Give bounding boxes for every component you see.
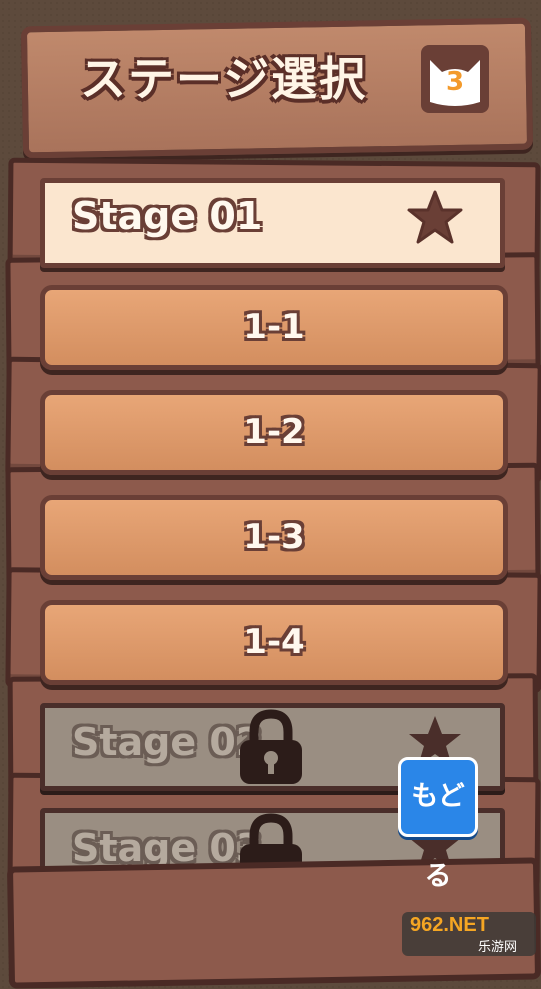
level-1-4-label: 1-4 [243, 622, 305, 662]
watermark-text: 962.NET [410, 914, 489, 936]
star-icon [407, 190, 463, 244]
watermark-subtext: 乐游网 [478, 940, 518, 955]
page-title: ステージ選択 [80, 52, 368, 106]
level-1-3-label: 1-3 [243, 517, 305, 557]
lock-icon [240, 709, 302, 784]
back-button-label: もどる [411, 781, 465, 892]
cat-count: 3 [445, 67, 465, 97]
level-1-2-label: 1-2 [243, 412, 305, 452]
stage-01-label: Stage 01 [72, 194, 263, 238]
stage-02-label: Stage 02 [72, 720, 263, 764]
level-1-1-label: 1-1 [243, 307, 305, 347]
